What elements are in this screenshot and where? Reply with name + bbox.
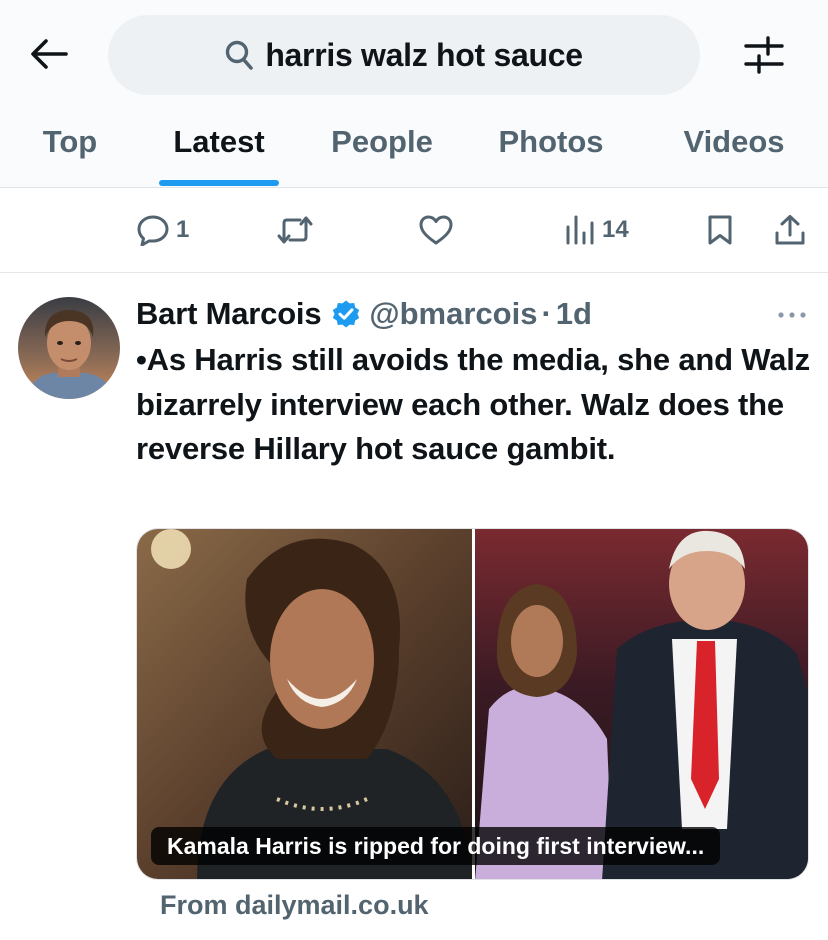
separator-dot: · <box>541 296 552 331</box>
tab-latest[interactable]: Latest <box>159 112 279 188</box>
arrow-left-icon <box>31 39 68 69</box>
views-count: 14 <box>602 216 629 243</box>
search-header: harris walz hot sauce Top Latest People … <box>0 0 828 188</box>
previous-tweet-action-bar: 1 14 <box>0 188 828 272</box>
share-button[interactable] <box>774 210 806 250</box>
search-input[interactable]: harris walz hot sauce <box>108 15 700 95</box>
like-button[interactable] <box>418 210 454 250</box>
retweet-icon <box>277 216 313 244</box>
reply-count: 1 <box>176 216 190 243</box>
retweet-button[interactable] <box>276 210 314 250</box>
heart-icon <box>419 215 453 245</box>
author-handle[interactable]: @bmarcois <box>369 296 537 332</box>
views-button[interactable]: 14 <box>564 210 629 250</box>
tab-people[interactable]: People <box>322 112 442 188</box>
author-name[interactable]: Bart Marcois <box>136 296 322 332</box>
link-card-title: Kamala Harris is ripped for doing first … <box>151 827 721 865</box>
link-card-image[interactable]: Kamala Harris is ripped for doing first … <box>136 528 809 880</box>
search-filter-button[interactable] <box>740 32 788 78</box>
reply-button[interactable]: 1 <box>136 210 189 250</box>
bookmark-icon <box>708 215 732 245</box>
avatar[interactable] <box>18 297 120 399</box>
more-options-button[interactable] <box>772 300 812 330</box>
share-icon <box>775 215 805 245</box>
active-tab-indicator <box>159 180 279 186</box>
views-icon <box>566 215 594 245</box>
verified-badge-icon <box>331 299 361 329</box>
back-button[interactable] <box>26 34 72 74</box>
link-card-source[interactable]: From dailymail.co.uk <box>160 890 429 921</box>
reply-icon <box>137 215 169 246</box>
tab-photos[interactable]: Photos <box>490 112 612 188</box>
tweet-text: •As Harris still avoids the media, she a… <box>136 342 810 466</box>
sliders-icon <box>744 36 784 74</box>
search-query-text: harris walz hot sauce <box>265 36 583 73</box>
tab-top[interactable]: Top <box>38 112 102 188</box>
tab-videos[interactable]: Videos <box>674 112 794 188</box>
tweet-header: Bart Marcois @bmarcois · 1d <box>136 294 592 334</box>
tweet-timestamp[interactable]: 1d <box>556 296 592 332</box>
bookmark-button[interactable] <box>706 210 734 250</box>
more-horizontal-icon <box>778 312 806 318</box>
tweet-divider <box>0 272 828 273</box>
search-icon <box>226 40 254 70</box>
search-tabs: Top Latest People Photos Videos <box>0 112 828 188</box>
profile-photo <box>18 297 120 399</box>
